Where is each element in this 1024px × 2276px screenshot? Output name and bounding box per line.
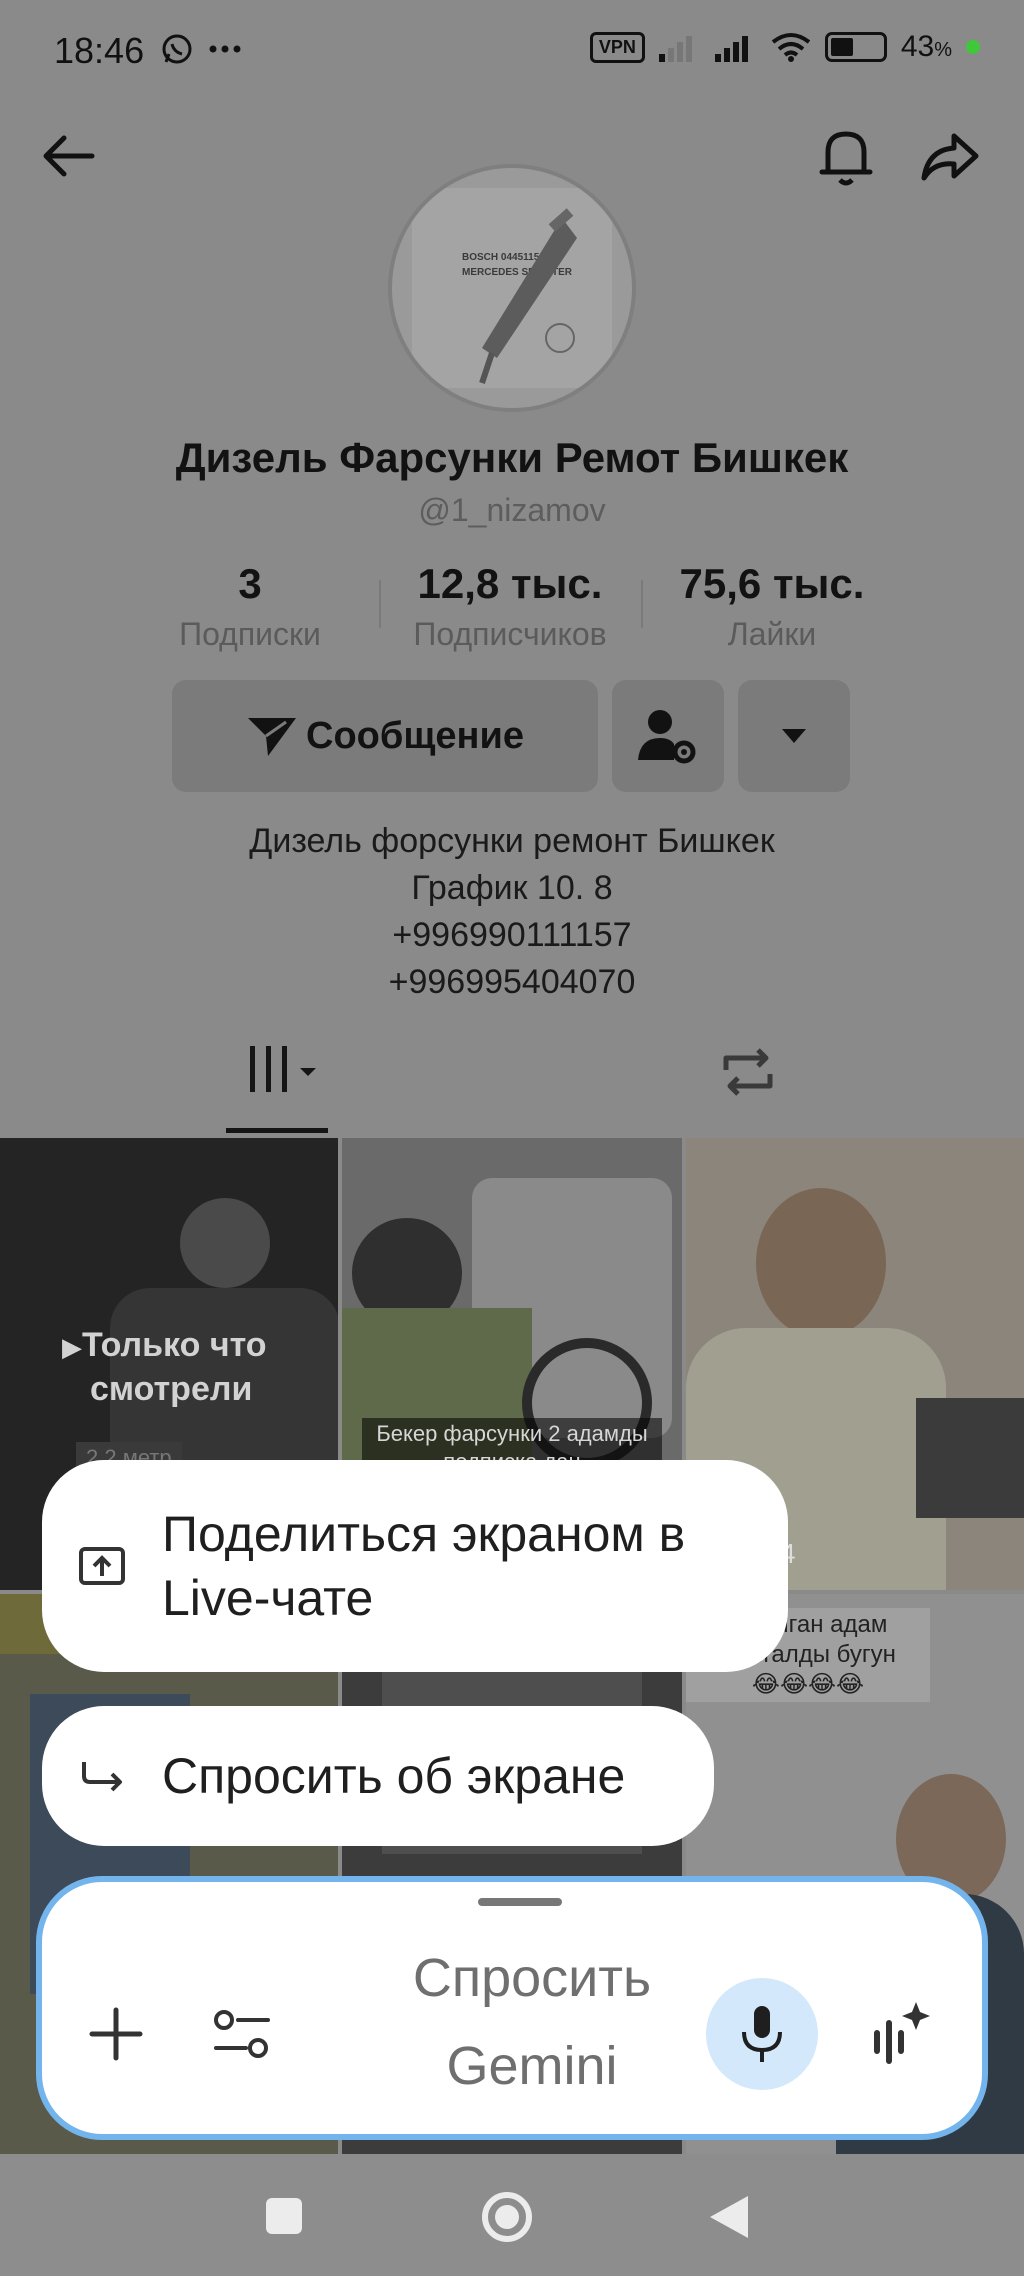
reply-arrow-icon <box>82 1762 122 1792</box>
vpn-badge: VPN <box>589 31 645 63</box>
person-head <box>756 1188 886 1338</box>
back-icon[interactable] <box>708 2194 750 2240</box>
more-dots-icon <box>209 45 241 53</box>
signal-icon <box>714 36 748 62</box>
share-screen-label: Поделиться экраном в Live-чате <box>162 1506 686 1626</box>
status-bar: 18:46 VPN 43% <box>0 0 1024 104</box>
avatar[interactable]: BOSCH 0445115069 MERCEDES SPRINTER <box>388 164 636 412</box>
bio-line: Дизель форсунки ремонт Бишкек <box>249 822 775 860</box>
status-time: 18:46 <box>54 30 145 71</box>
arrow-left-icon[interactable] <box>32 120 104 192</box>
status-notifications <box>160 32 242 66</box>
avatar-image: BOSCH 0445115069 MERCEDES SPRINTER <box>412 188 612 388</box>
stat-following[interactable]: 3 Подписки <box>120 560 380 653</box>
repost-icon[interactable] <box>718 1044 778 1100</box>
chevron-down-icon <box>782 729 806 743</box>
share-icon[interactable] <box>914 120 986 192</box>
stat-following-label: Подписки <box>179 616 321 652</box>
gemini-prompt-placeholder[interactable]: Спросить Gemini <box>322 1934 742 2110</box>
gemini-live-icon[interactable] <box>870 2000 930 2070</box>
home-icon[interactable] <box>480 2190 534 2244</box>
grid-bars-icon <box>250 1046 316 1092</box>
bio-line: +996995404070 <box>388 963 636 1001</box>
injector-image <box>479 208 577 384</box>
privacy-dot <box>966 40 980 54</box>
share-screen-live-button[interactable]: Поделиться экраном в Live-чате <box>42 1460 788 1672</box>
mic-icon <box>742 2006 782 2062</box>
recents-icon[interactable] <box>264 2196 304 2236</box>
tab-videos-underline <box>226 1128 328 1133</box>
profile-handle: @1_nizamov <box>418 492 606 528</box>
message-button[interactable]: Сообщение <box>172 680 598 792</box>
signal-icon <box>658 36 692 62</box>
stat-followers[interactable]: 12,8 тыс. Подписчиков <box>380 560 640 653</box>
stat-likes[interactable]: 75,6 тыс. Лайки <box>642 560 902 653</box>
phone <box>916 1398 1024 1518</box>
tune-icon[interactable] <box>212 2008 272 2060</box>
gemini-input-bar: Спросить Gemini <box>36 1876 988 2140</box>
ask-about-screen-button[interactable]: Спросить об экране <box>42 1706 714 1846</box>
plus-icon[interactable] <box>88 2006 144 2062</box>
person-silhouette <box>180 1198 270 1288</box>
send-icon <box>248 718 296 756</box>
tab-videos[interactable] <box>248 1044 324 1100</box>
drag-handle[interactable] <box>478 1898 562 1906</box>
stat-followers-value: 12,8 тыс. <box>417 560 603 607</box>
profile-bio: Дизель форсунки ремонт Бишкек График 10.… <box>0 818 1024 1006</box>
profile-settings-button[interactable] <box>612 680 724 792</box>
bio-line: +996990111157 <box>392 916 632 954</box>
more-dropdown-button[interactable] <box>738 680 850 792</box>
ask-screen-label: Спросить об экране <box>162 1748 626 1804</box>
profile-name: Дизель Фарсунки Ремот Бишкек <box>175 434 849 481</box>
battery-level: 43% <box>900 30 952 63</box>
user-gear-icon <box>638 710 696 764</box>
stat-followers-label: Подписчиков <box>413 616 607 652</box>
stats: 3 Подписки 12,8 тыс. Подписчиков 75,6 ты… <box>0 560 1024 653</box>
system-nav-bar <box>0 2154 1024 2276</box>
bio-line: График 10. 8 <box>411 869 613 907</box>
status-system: VPN 43% <box>589 30 980 64</box>
battery-icon <box>824 32 887 62</box>
mic-button[interactable] <box>706 1978 818 2090</box>
screen-share-icon <box>79 1547 125 1585</box>
stat-likes-label: Лайки <box>727 616 817 652</box>
stat-likes-value: 75,6 тыс. <box>679 560 865 607</box>
whatsapp-icon <box>162 34 192 64</box>
stat-following-value: 3 <box>238 560 262 607</box>
watched-label: ▶Только что смотрели <box>62 1326 267 1408</box>
wifi-icon <box>771 33 811 62</box>
bell-icon[interactable] <box>810 120 882 192</box>
message-button-label: Сообщение <box>306 714 524 757</box>
